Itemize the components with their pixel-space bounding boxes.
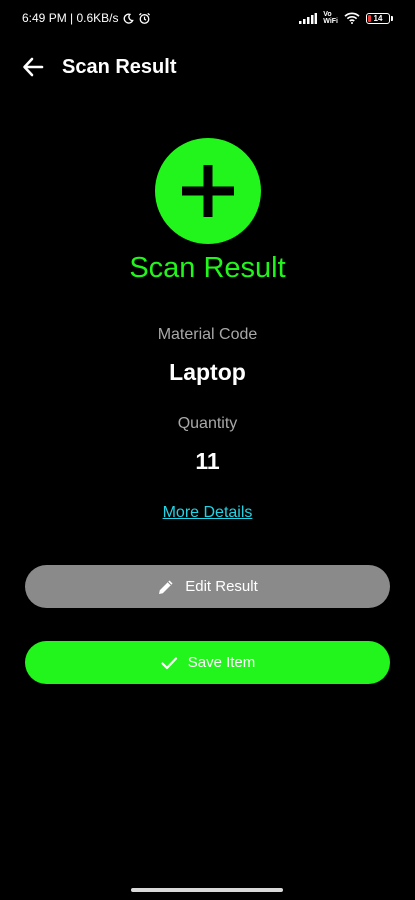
home-indicator[interactable] [131, 888, 283, 892]
volte-indicator: Vo WiFi [323, 11, 338, 25]
check-icon [160, 654, 178, 672]
status-left: 6:49 PM | 0.6KB/s [22, 11, 151, 25]
battery-icon: 14 [366, 12, 393, 24]
back-button[interactable] [20, 54, 46, 80]
time-network-speed: 6:49 PM | 0.6KB/s [22, 11, 119, 25]
do-not-disturb-moon-icon [123, 13, 134, 24]
battery-fill [368, 14, 371, 22]
status-right: Vo WiFi 14 [299, 11, 393, 25]
edit-result-label: Edit Result [185, 578, 258, 595]
signal-bars-icon [299, 12, 318, 24]
status-bar: 6:49 PM | 0.6KB/s Vo WiFi 14 [0, 0, 415, 36]
save-item-button[interactable]: Save Item [25, 641, 390, 684]
more-details-link[interactable]: More Details [0, 504, 415, 522]
edit-result-button[interactable]: Edit Result [25, 565, 390, 608]
wifi-icon [344, 12, 360, 24]
volte-top-text: Vo [323, 11, 332, 18]
result-heading: Scan Result [129, 252, 286, 284]
arrow-left-icon [23, 57, 44, 77]
scan-result-badge [155, 138, 261, 244]
quantity-value: 11 [195, 448, 220, 474]
pencil-icon [157, 578, 175, 596]
material-code-value: Laptop [169, 359, 246, 385]
material-code-label: Material Code [157, 326, 258, 343]
page-title: Scan Result [62, 55, 177, 78]
scan-result-screen: 6:49 PM | 0.6KB/s Vo WiFi 14 Scan Result… [0, 0, 415, 900]
battery-body: 14 [366, 12, 390, 24]
volte-bottom-text: WiFi [323, 18, 338, 25]
plus-icon [182, 165, 234, 217]
battery-level-text: 14 [373, 13, 383, 23]
alarm-clock-icon [138, 12, 151, 25]
save-item-label: Save Item [187, 654, 256, 671]
battery-cap [391, 15, 393, 21]
app-bar: Scan Result [0, 46, 415, 88]
quantity-label: Quantity [177, 415, 238, 432]
